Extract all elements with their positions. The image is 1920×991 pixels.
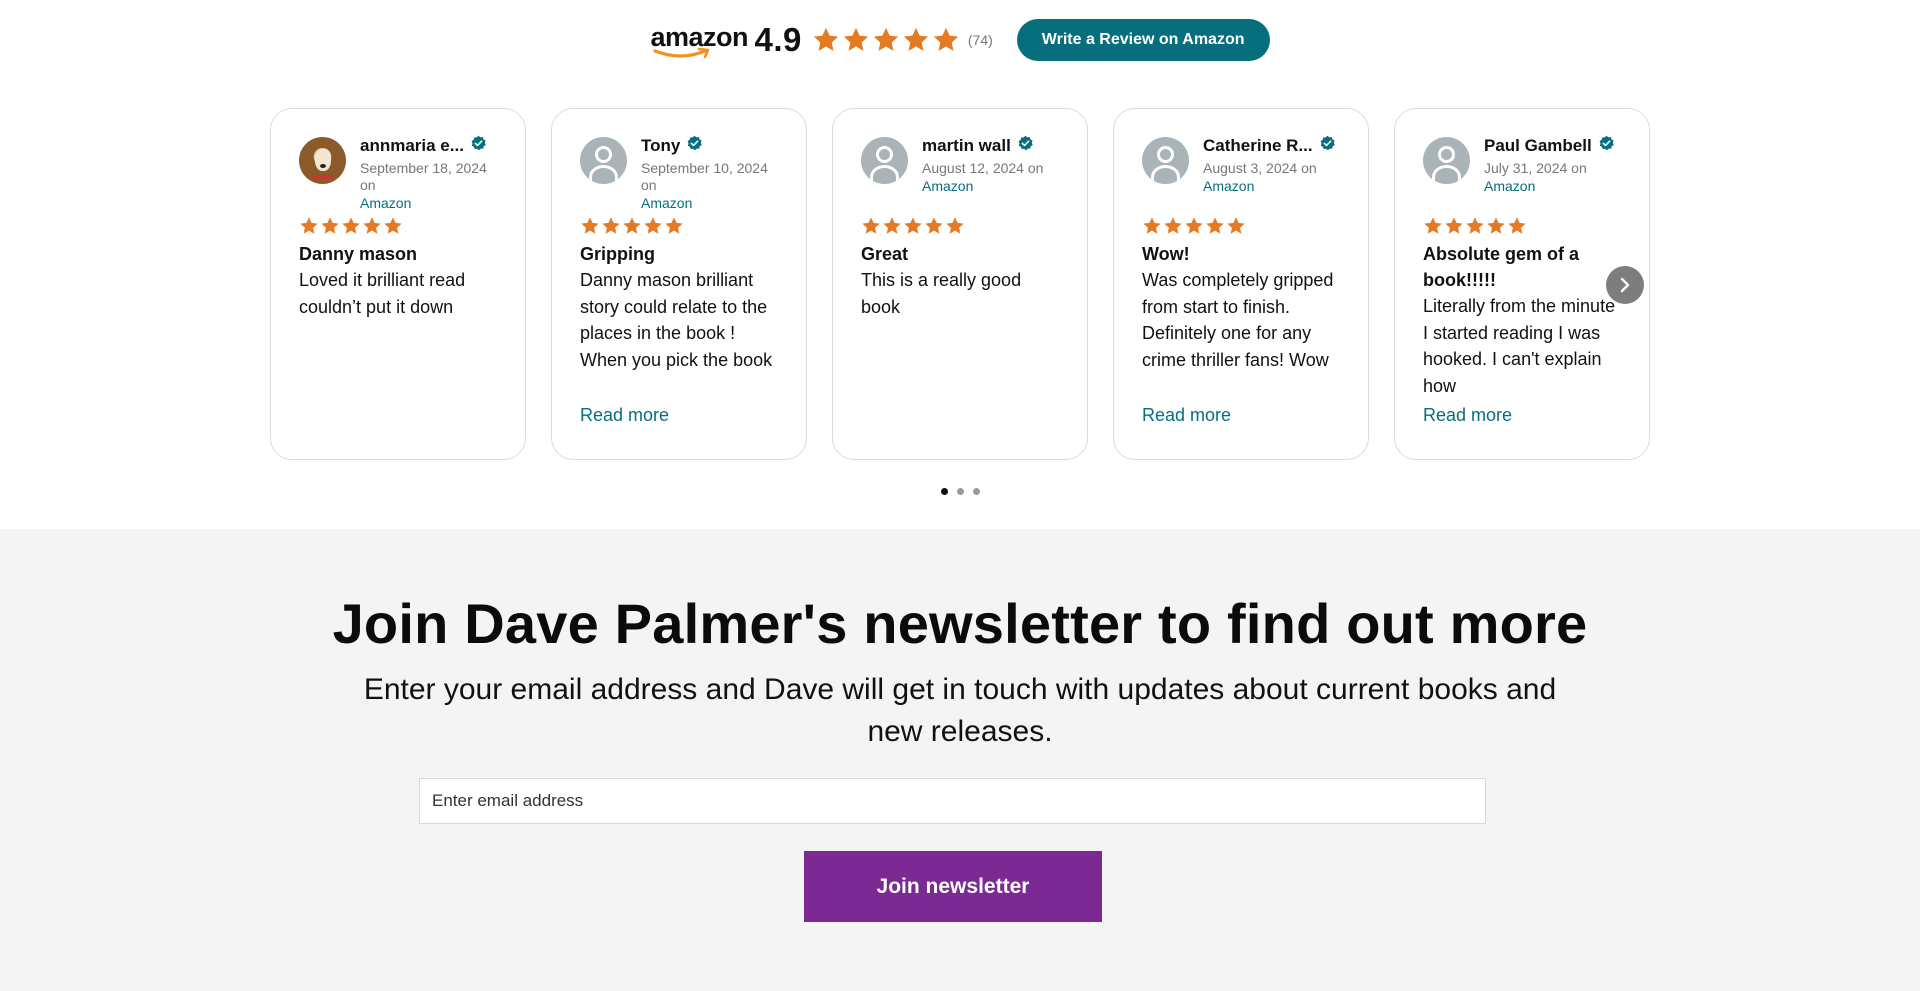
star-icon [664,216,684,236]
star-icon [812,26,840,54]
star-icon [1226,216,1246,236]
review-stars [1423,216,1621,236]
newsletter-subtitle: Enter your email address and Dave will g… [363,673,1557,748]
reviews-carousel: annmaria e... September 18, 2024 on Amaz… [270,108,1652,460]
star-icon [872,26,900,54]
star-icon [341,216,361,236]
review-card: martin wall August 12, 2024 on Amazon Gr… [832,108,1088,460]
avatar [861,137,908,184]
review-card: Catherine R... August 3, 2024 on Amazon … [1113,108,1369,460]
verified-badge-icon [686,135,703,157]
review-title: Absolute gem of a book!!!!! [1423,244,1580,290]
verified-badge-icon [470,135,487,157]
star-icon [861,216,881,236]
star-icon [601,216,621,236]
review-source-link[interactable]: Amazon [641,194,692,212]
star-icon [383,216,403,236]
pagination-dot[interactable] [956,488,964,495]
avatar [1423,137,1470,184]
review-card: annmaria e... September 18, 2024 on Amaz… [270,108,526,460]
star-icon [924,216,944,236]
star-icon [1184,216,1204,236]
review-stars [861,216,1059,236]
amazon-logo: amazon [651,22,749,59]
star-icon [882,216,902,236]
review-source-link[interactable]: Amazon [922,177,973,195]
review-date: August 12, 2024 on [922,160,1044,176]
email-field[interactable] [419,778,1486,824]
read-more-link[interactable]: Read more [580,405,669,426]
review-card: Tony September 10, 2024 on Amazon Grippi… [551,108,807,460]
star-icon [932,26,960,54]
star-icon [299,216,319,236]
review-body: This is a really good book [861,270,1022,317]
star-icon [1423,216,1443,236]
star-icon [362,216,382,236]
star-icon [1163,216,1183,236]
review-date: September 18, 2024 on [360,160,487,193]
verified-badge-icon [1319,135,1336,157]
star-icon [622,216,642,236]
review-body: Was completely gripped from start to fin… [1142,270,1334,370]
review-date: September 10, 2024 on [641,160,768,193]
review-date: July 31, 2024 on [1484,160,1587,176]
review-body: Danny mason brilliant story could relate… [580,270,773,370]
newsletter-title: Join Dave Palmer's newsletter to find ou… [332,592,1588,655]
star-icon [842,26,870,54]
rating-summary: amazon 4.9 (74) Write a Review on Amazon [0,18,1920,62]
review-stars [1142,216,1340,236]
rating-score: 4.9 [754,21,802,58]
chevron-right-icon [1620,277,1630,293]
read-more-link[interactable]: Read more [1142,405,1231,426]
carousel-pagination [0,488,1920,495]
verified-badge-icon [1598,135,1615,157]
star-icon [945,216,965,236]
review-body: Literally from the minute I started read… [1423,296,1616,396]
review-source-link[interactable]: Amazon [1484,177,1535,195]
star-icon [903,216,923,236]
review-title: Great [861,244,909,264]
write-review-button[interactable]: Write a Review on Amazon [1016,19,1270,61]
star-icon [580,216,600,236]
avatar [1142,137,1189,184]
verified-badge-icon [1017,135,1034,157]
review-source-link[interactable]: Amazon [1203,177,1254,195]
reviewer-name: Catherine R... [1203,136,1313,155]
star-icon [643,216,663,236]
review-stars [580,216,778,236]
reviewer-name: annmaria e... [360,136,464,155]
reviewer-name: martin wall [922,136,1011,155]
pagination-dot[interactable] [940,488,948,495]
review-source-link[interactable]: Amazon [360,194,411,212]
star-icon [1205,216,1225,236]
review-body: Loved it brilliant read couldn’t put it … [299,270,466,317]
amazon-smile-icon [652,48,709,59]
star-icon [902,26,930,54]
newsletter-section: Join Dave Palmer's newsletter to find ou… [0,529,1920,991]
avatar [299,137,346,184]
review-title: Danny mason [299,244,418,264]
pagination-dot[interactable] [972,488,980,495]
rating-stars [812,26,960,54]
carousel-next-button[interactable] [1606,266,1644,304]
join-newsletter-button[interactable]: Join newsletter [804,851,1102,922]
star-icon [1142,216,1162,236]
review-title: Gripping [580,244,655,264]
star-icon [1444,216,1464,236]
rating-count: (74) [967,32,993,48]
star-icon [1507,216,1527,236]
reviewer-name: Paul Gambell [1484,136,1592,155]
star-icon [1465,216,1485,236]
read-more-link[interactable]: Read more [1423,405,1512,426]
star-icon [1486,216,1506,236]
reviewer-name: Tony [641,136,681,155]
review-date: August 3, 2024 on [1203,160,1317,176]
avatar [580,137,627,184]
review-title: Wow! [1142,244,1190,264]
star-icon [320,216,340,236]
review-stars [299,216,497,236]
